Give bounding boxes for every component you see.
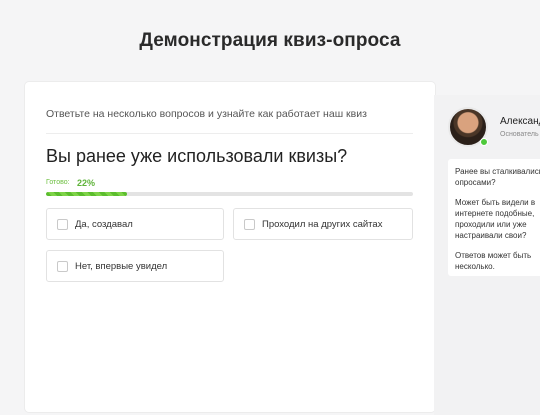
progress-bar bbox=[46, 192, 413, 196]
consultant-panel: Александ Основатель Ранее вы сталкивалис… bbox=[434, 95, 540, 415]
divider bbox=[46, 133, 413, 134]
chat-message: Ответов может быть несколько. bbox=[455, 251, 532, 271]
chat-message: Может быть видели в интернете подобные, … bbox=[455, 198, 536, 240]
option-label: Да, создавал bbox=[75, 218, 133, 230]
progress-value: 22% bbox=[77, 178, 96, 188]
chat-bubble: Ранее вы сталкивались с опросами? Может … bbox=[448, 159, 540, 276]
quiz-card: Ответьте на несколько вопросов и узнайте… bbox=[25, 82, 435, 412]
online-status-icon bbox=[480, 138, 488, 146]
checkbox-icon[interactable] bbox=[57, 218, 68, 230]
question-title: Вы ранее уже использовали квизы? bbox=[46, 146, 348, 166]
progress-label: Готово: bbox=[46, 179, 70, 186]
quiz-subtitle: Ответьте на несколько вопросов и узнайте… bbox=[46, 108, 367, 120]
chat-message: Ранее вы сталкивались с опросами? bbox=[455, 167, 540, 187]
consultant-name: Александ bbox=[500, 116, 540, 127]
option-first-time[interactable]: Нет, впервые увидел bbox=[46, 250, 224, 282]
progress-bar-fill bbox=[46, 192, 127, 196]
checkbox-icon[interactable] bbox=[244, 218, 255, 230]
option-yes-created[interactable]: Да, создавал bbox=[46, 208, 224, 240]
consultant-role: Основатель bbox=[500, 131, 539, 138]
option-label: Нет, впервые увидел bbox=[75, 260, 168, 272]
checkbox-icon[interactable] bbox=[57, 260, 68, 272]
option-label: Проходил на других сайтах bbox=[262, 218, 383, 230]
page-title: Демонстрация квиз-опроса bbox=[139, 30, 401, 51]
option-passed-elsewhere[interactable]: Проходил на других сайтах bbox=[233, 208, 413, 240]
